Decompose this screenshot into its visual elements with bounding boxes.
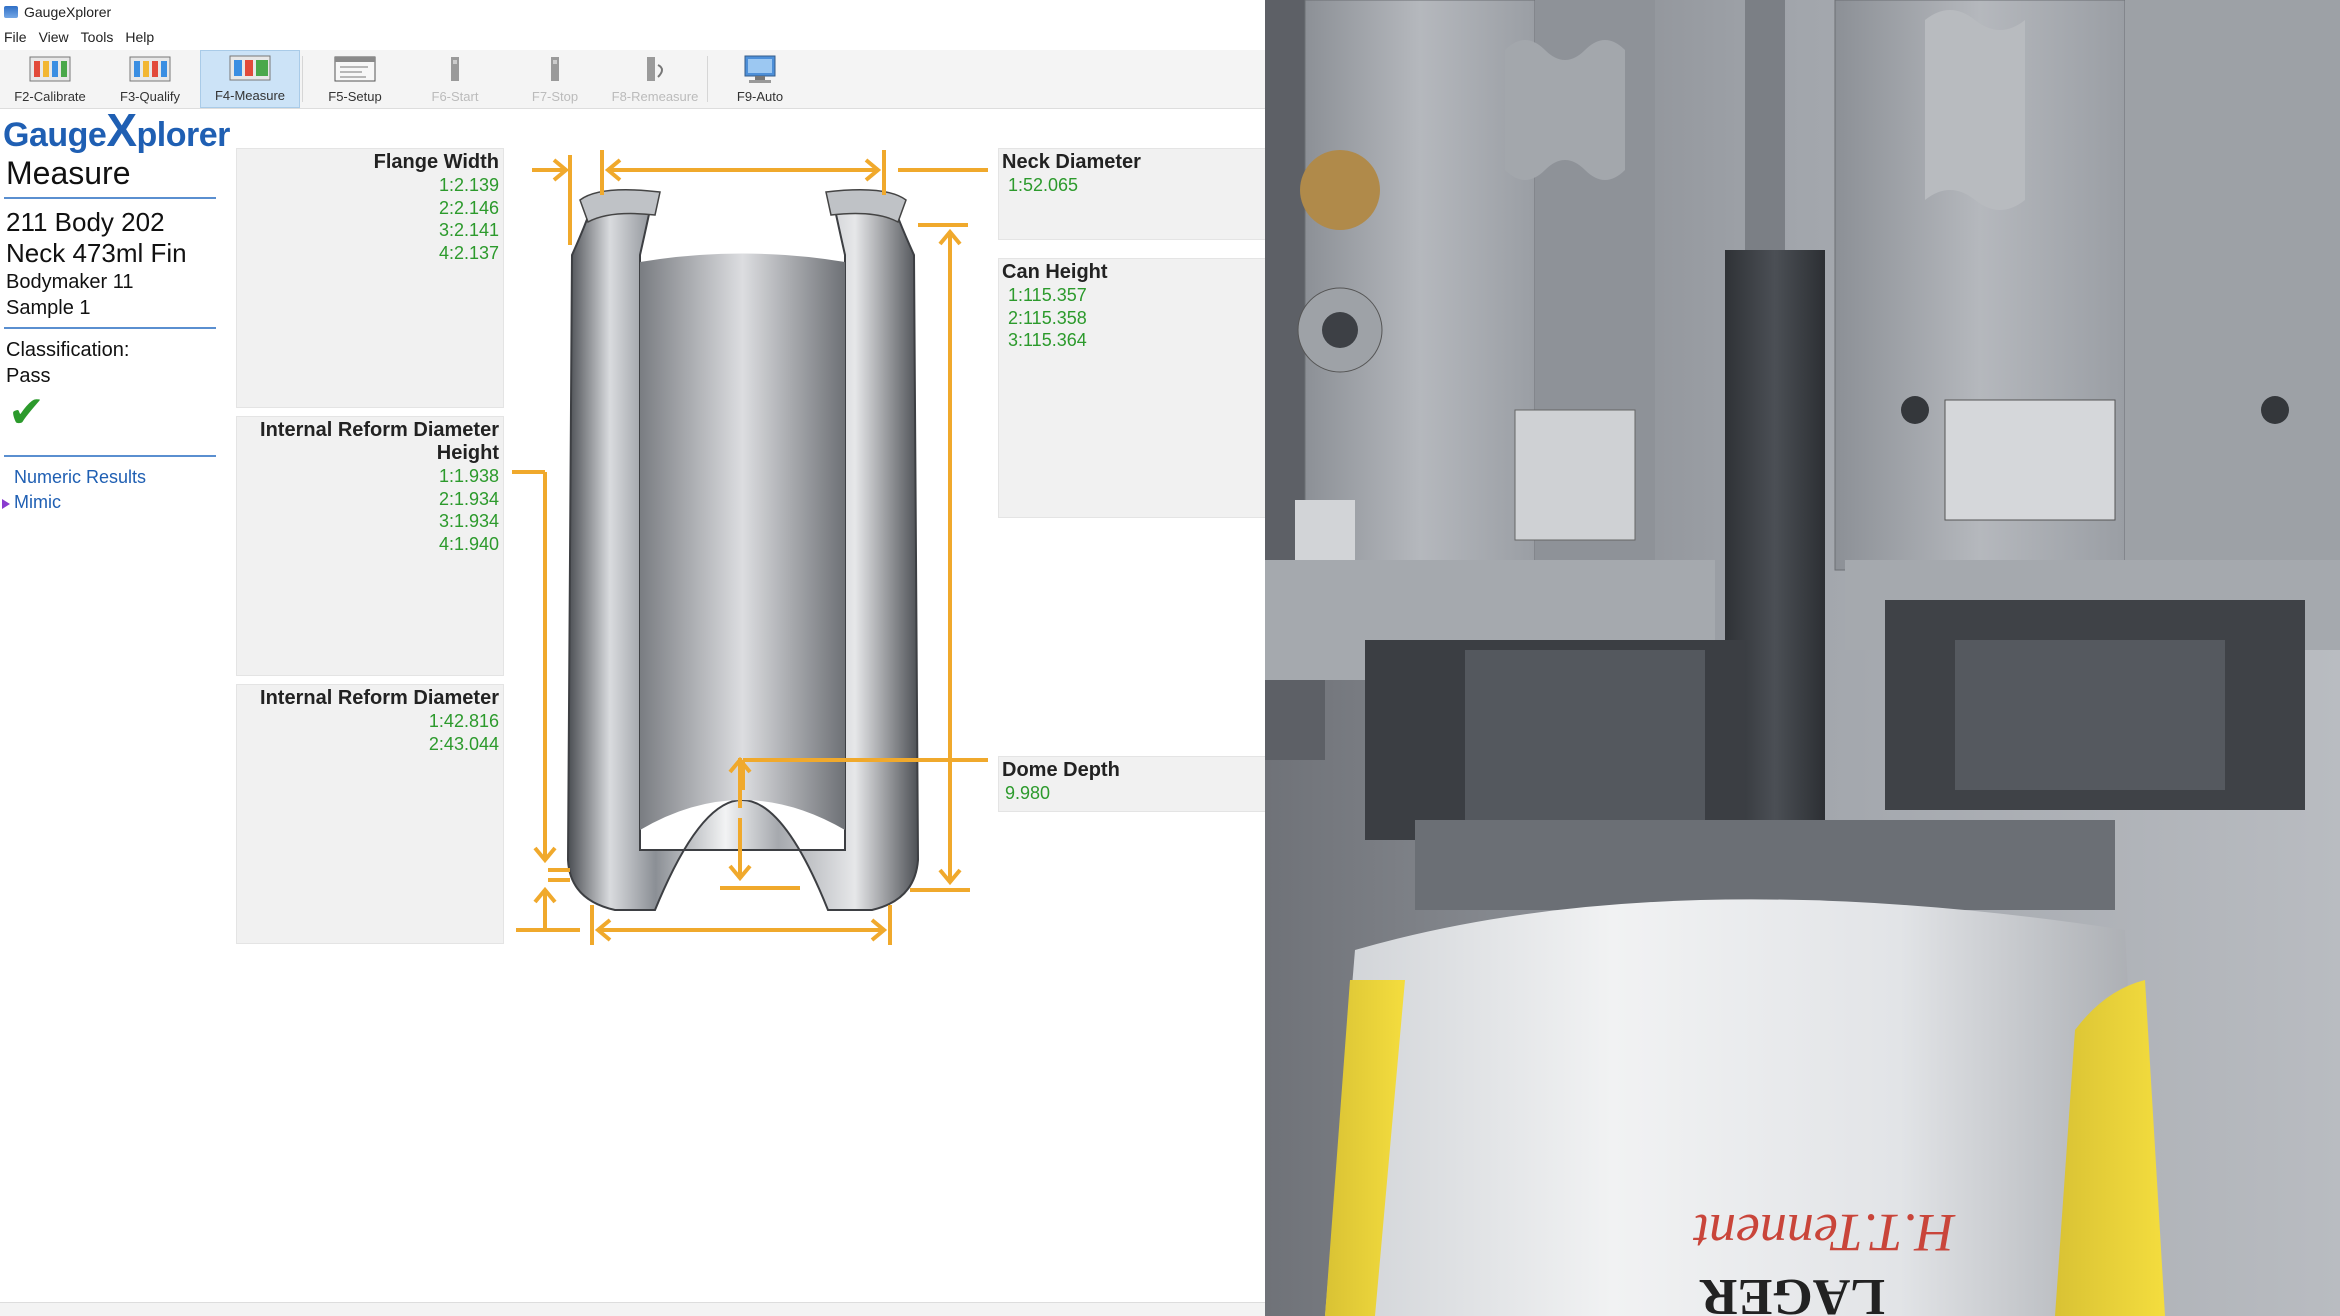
auto-icon	[744, 55, 776, 83]
ird-height-panel: Internal Reform Diameter Height 1:1.938 …	[236, 416, 504, 676]
start-icon	[451, 57, 459, 81]
job-line-1: 211 Body 202	[6, 207, 165, 237]
qualify-label: F3-Qualify	[120, 89, 180, 104]
remeasure-icon	[647, 57, 663, 81]
auto-label: F9-Auto	[736, 89, 784, 104]
remeasure-button[interactable]: F8-Remeasure	[605, 50, 705, 108]
sidebar: GaugeXplorer Measure 211 Body 202 Neck 4…	[0, 107, 230, 515]
stop-label: F7-Stop	[531, 89, 579, 104]
ird-height-value: 3:1.934	[438, 511, 499, 531]
menu-view[interactable]: View	[35, 29, 77, 45]
ird-value: 2:43.044	[428, 733, 499, 754]
title-bar: GaugeXplorer	[0, 0, 1265, 24]
logo-part-gauge: Gauge	[3, 116, 107, 154]
flange-width-value: 3:2.141	[438, 220, 499, 240]
divider	[4, 197, 216, 199]
ird-height-value: 1:1.938	[438, 466, 499, 486]
stop-button[interactable]: F7-Stop	[505, 50, 605, 108]
remeasure-label: F8-Remeasure	[611, 89, 699, 104]
menu-file[interactable]: File	[0, 29, 35, 45]
ird-height-value: 4:1.940	[438, 533, 499, 554]
qualify-button[interactable]: F3-Qualify	[100, 50, 200, 108]
sample-name: Sample 1	[6, 297, 91, 319]
calibrate-label: F2-Calibrate	[14, 89, 86, 104]
qualify-icon	[129, 56, 171, 82]
setup-button[interactable]: F5-Setup	[305, 50, 405, 108]
measure-icon	[229, 55, 271, 81]
window-title: GaugeXplorer	[24, 4, 112, 20]
can-shape	[566, 189, 920, 911]
pass-check-icon: ✔	[8, 388, 45, 437]
start-button[interactable]: F6-Start	[405, 50, 505, 108]
flange-width-value: 2:2.146	[438, 197, 499, 218]
logo-part-plorer: plorer	[136, 116, 231, 154]
flange-width-label: Flange Width	[373, 151, 499, 173]
classification-value: Pass	[6, 365, 51, 387]
gauge-machine-photo: H.T.Tennent LAGER	[1265, 0, 2340, 1316]
toolbar: F2-Calibrate F3-Qualify F4-Measure F5-Se…	[0, 50, 1265, 109]
divider	[4, 327, 216, 329]
nav-mimic[interactable]: Mimic	[0, 490, 220, 515]
calibrate-icon	[29, 56, 71, 82]
classification-label: Classification:	[6, 339, 130, 361]
logo-part-x: X	[106, 104, 137, 156]
nav-numeric-results[interactable]: Numeric Results	[0, 465, 220, 490]
job-line-2: Neck 473ml Fin	[6, 238, 187, 268]
can-brand-script: H.T.Tennent	[1692, 1203, 1956, 1263]
status-bar	[0, 1302, 1265, 1316]
start-label: F6-Start	[431, 89, 479, 104]
flange-width-panel: Flange Width 1:2.139 2:2.146 3:2.141 4:2…	[236, 148, 504, 408]
divider	[4, 455, 216, 457]
toolbar-separator	[302, 56, 303, 102]
gaugexplorer-logo: GaugeXplorer	[0, 107, 230, 155]
ird-panel: Internal Reform Diameter 1:42.816 2:43.0…	[236, 684, 504, 944]
mode-title: Measure	[6, 155, 131, 191]
ird-height-value: 2:1.934	[438, 488, 499, 509]
can-mimic-diagram	[512, 150, 988, 945]
app-icon	[4, 6, 18, 18]
menu-bar: File View Tools Help	[0, 24, 1265, 51]
gaugexplorer-window: GaugeXplorer File View Tools Help F2-Cal…	[0, 0, 1265, 1316]
ird-value: 1:42.816	[428, 711, 499, 731]
measure-button[interactable]: F4-Measure	[200, 50, 300, 108]
machine-name: Bodymaker 11	[6, 271, 134, 293]
measure-label: F4-Measure	[214, 88, 286, 103]
menu-help[interactable]: Help	[121, 29, 162, 45]
auto-button[interactable]: F9-Auto	[710, 50, 810, 108]
calibrate-button[interactable]: F2-Calibrate	[0, 50, 100, 108]
ird-label: Internal Reform Diameter	[260, 687, 499, 709]
setup-icon	[334, 56, 376, 82]
can-brand-word: LAGER	[1699, 1268, 1885, 1316]
ird-height-label: Internal Reform Diameter	[260, 419, 499, 441]
flange-width-value: 4:2.137	[438, 242, 499, 263]
toolbar-separator	[707, 56, 708, 102]
menu-tools[interactable]: Tools	[77, 29, 122, 45]
flange-width-value: 1:2.139	[438, 175, 499, 195]
setup-label: F5-Setup	[328, 89, 382, 104]
ird-height-label-2: Height	[436, 442, 499, 464]
stop-icon	[551, 57, 559, 81]
